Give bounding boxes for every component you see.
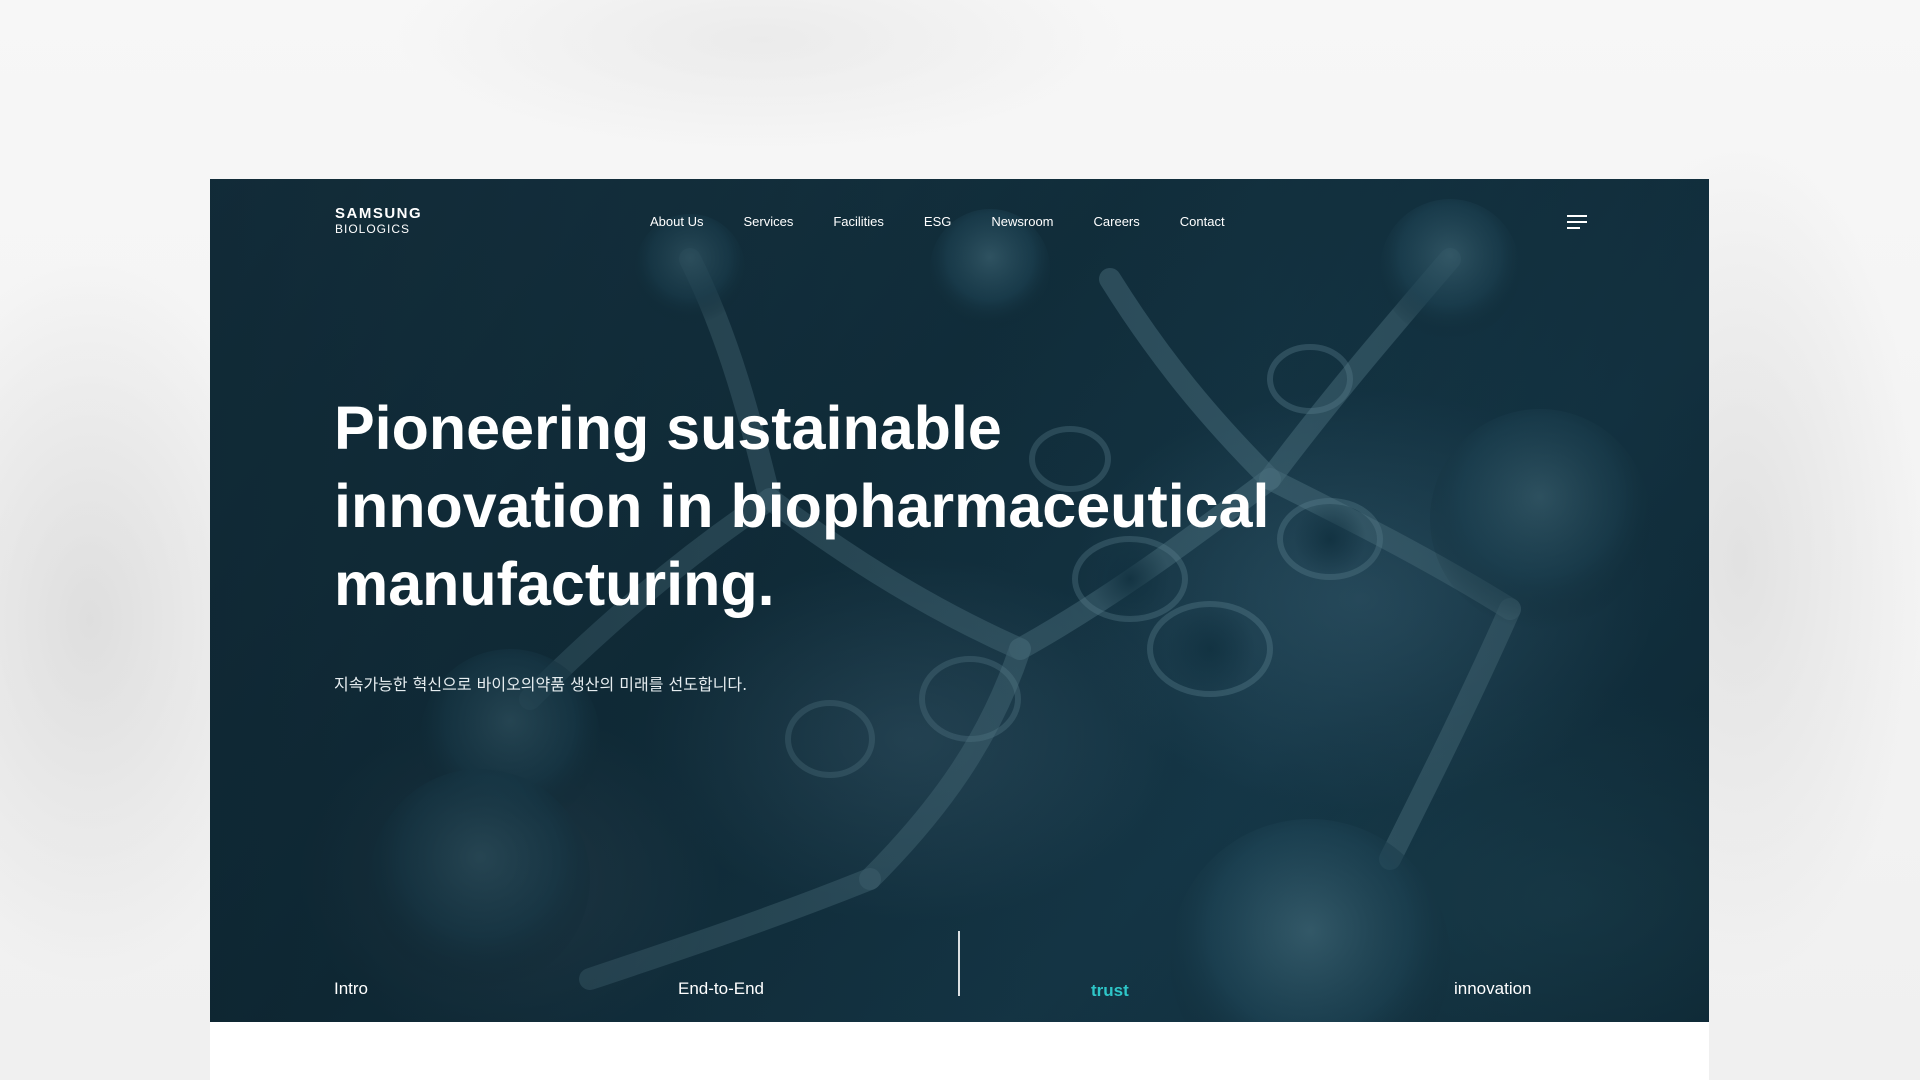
- tab-end-to-end[interactable]: End-to-End: [678, 979, 764, 999]
- headline-line-3: manufacturing.: [334, 550, 775, 618]
- nav-item-facilities[interactable]: Facilities: [833, 214, 884, 229]
- tab-trust[interactable]: trust: [1091, 981, 1129, 1001]
- hero-subtext: 지속가능한 혁신으로 바이오의약품 생산의 미래를 선도합니다.: [334, 675, 748, 694]
- nav-item-careers[interactable]: Careers: [1094, 214, 1140, 229]
- hero-section: SAMSUNG BIOLOGICS About Us Services Faci…: [210, 179, 1709, 1022]
- nav-item-about-us[interactable]: About Us: [650, 214, 703, 229]
- nav-item-contact[interactable]: Contact: [1180, 214, 1225, 229]
- nav-item-esg[interactable]: ESG: [924, 214, 951, 229]
- headline-line-2: innovation in biopharmaceutical: [334, 472, 1270, 540]
- nav-item-services[interactable]: Services: [743, 214, 793, 229]
- tab-intro[interactable]: Intro: [334, 979, 368, 999]
- company-logo[interactable]: SAMSUNG BIOLOGICS: [335, 206, 422, 235]
- main-nav: About Us Services Facilities ESG Newsroo…: [650, 214, 1265, 229]
- nav-item-newsroom[interactable]: Newsroom: [991, 214, 1053, 229]
- hero-headline: Pioneering sustainable innovation in bio…: [334, 389, 1334, 623]
- headline-line-1: Pioneering sustainable: [334, 394, 1002, 462]
- hamburger-menu-icon[interactable]: [1567, 215, 1587, 229]
- logo-line-1: SAMSUNG: [335, 205, 423, 222]
- logo-line-2: BIOLOGICS: [335, 222, 411, 236]
- next-section-panel: [210, 1022, 1709, 1080]
- tab-innovation[interactable]: innovation: [1454, 979, 1532, 999]
- section-tabs: Intro End-to-End trust innovation: [334, 979, 1584, 1001]
